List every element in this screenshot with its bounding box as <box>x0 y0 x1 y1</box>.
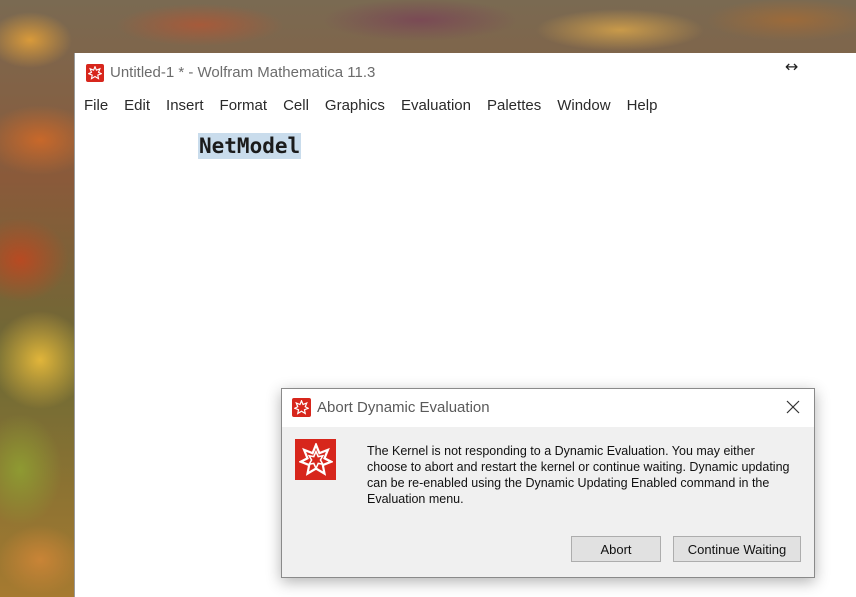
dialog-title: Abort Dynamic Evaluation <box>317 399 490 416</box>
menu-file[interactable]: File <box>75 97 116 114</box>
menu-cell[interactable]: Cell <box>275 97 317 114</box>
menu-help[interactable]: Help <box>619 97 666 114</box>
window-title: Untitled-1 * - Wolfram Mathematica 11.3 <box>110 64 376 81</box>
menu-window[interactable]: Window <box>549 97 618 114</box>
menu-bar: File Edit Insert Format Cell Graphics Ev… <box>75 93 856 117</box>
mathematica-logo-icon <box>295 439 336 480</box>
window-titlebar[interactable]: Untitled-1 * - Wolfram Mathematica 11.3 … <box>75 53 856 91</box>
mathematica-logo-icon <box>86 64 104 82</box>
menu-edit[interactable]: Edit <box>116 97 158 114</box>
mathematica-logo-icon <box>292 398 311 417</box>
menu-evaluation[interactable]: Evaluation <box>393 97 479 114</box>
dialog-titlebar[interactable]: Abort Dynamic Evaluation <box>282 389 814 427</box>
dialog-message: The Kernel is not responding to a Dynami… <box>367 444 790 506</box>
abort-dynamic-evaluation-dialog[interactable]: Abort Dynamic Evaluation The Kernel is n… <box>281 388 815 578</box>
abort-button[interactable]: Abort <box>571 536 661 562</box>
menu-palettes[interactable]: Palettes <box>479 97 549 114</box>
menu-format[interactable]: Format <box>212 97 276 114</box>
menu-insert[interactable]: Insert <box>158 97 212 114</box>
continue-waiting-button[interactable]: Continue Waiting <box>673 536 801 562</box>
menu-graphics[interactable]: Graphics <box>317 97 393 114</box>
close-icon[interactable] <box>782 396 804 418</box>
notebook-input-cell[interactable]: NetModel <box>198 133 302 159</box>
resize-horizontal-icon[interactable]: ↔ <box>785 57 798 76</box>
